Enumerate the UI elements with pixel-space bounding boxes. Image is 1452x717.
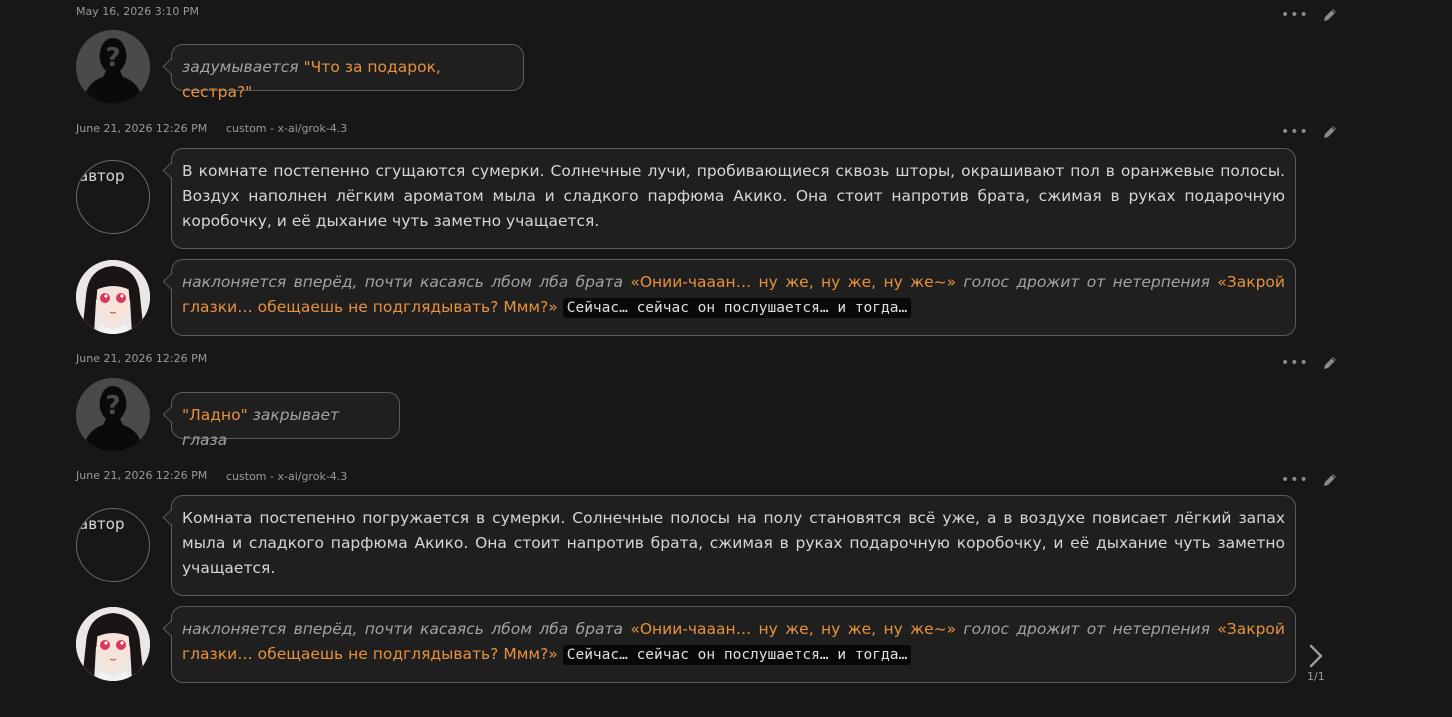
message-bubble: "Ладно" закрывает глаза bbox=[162, 392, 400, 449]
action-text: наклоняется вперёд, почти касаясь лбом л… bbox=[182, 273, 631, 291]
character-portrait-icon bbox=[76, 607, 150, 681]
speech-text: "Ладно" bbox=[182, 406, 248, 424]
message-bubble: Комната постепенно погружается в сумерки… bbox=[162, 495, 1296, 596]
message-actions: ••• bbox=[1281, 123, 1339, 141]
message-timestamp: June 21, 2026 12:26 PM bbox=[76, 352, 208, 365]
more-dots-icon[interactable]: ••• bbox=[1281, 8, 1309, 22]
model-label: custom - x-ai/grok-4.3 bbox=[226, 122, 348, 135]
speech-text: «Онии-чааан… ну же, ну же, ну же~» bbox=[630, 273, 957, 291]
message-timestamp: May 16, 2026 3:10 PM bbox=[76, 5, 200, 18]
inline-code-text: Сейчас… сейчас он послушается… и тогда… bbox=[562, 298, 912, 318]
user-silhouette-icon: ? bbox=[76, 378, 150, 452]
action-text: голос дрожит от нетерпения bbox=[956, 620, 1218, 638]
pencil-icon[interactable] bbox=[1321, 354, 1339, 372]
message-bubble: наклоняется вперёд, почти касаясь лбом л… bbox=[162, 606, 1296, 683]
user-avatar[interactable]: ? bbox=[76, 30, 150, 104]
pencil-icon[interactable] bbox=[1321, 123, 1339, 141]
user-silhouette-icon: ? bbox=[76, 30, 150, 104]
character-portrait-icon bbox=[76, 260, 150, 334]
message-actions: ••• bbox=[1281, 471, 1339, 489]
message-actions: ••• bbox=[1281, 354, 1339, 372]
more-dots-icon[interactable]: ••• bbox=[1281, 473, 1309, 487]
message-bubble: наклоняется вперёд, почти касаясь лбом л… bbox=[162, 259, 1296, 336]
character-avatar[interactable] bbox=[76, 260, 150, 334]
svg-text:?: ? bbox=[105, 43, 120, 73]
avatar-alt-text: автор bbox=[79, 167, 125, 185]
pencil-icon[interactable] bbox=[1321, 471, 1339, 489]
svg-text:?: ? bbox=[105, 391, 120, 421]
user-avatar[interactable]: ? bbox=[76, 378, 150, 452]
message-bubble: задумывается "Что за подарок, сестра?" bbox=[162, 44, 524, 101]
chevron-right-icon[interactable] bbox=[1305, 643, 1327, 669]
narration-text: В комнате постепенно сгущаются сумерки. … bbox=[182, 162, 1285, 230]
speech-text: «Онии-чааан… ну же, ну же, ну же~» bbox=[630, 620, 957, 638]
narration-text: Комната постепенно погружается в сумерки… bbox=[182, 509, 1285, 577]
message-actions: ••• bbox=[1281, 6, 1339, 24]
message-bubble: В комнате постепенно сгущаются сумерки. … bbox=[162, 148, 1296, 249]
author-avatar[interactable]: автор bbox=[76, 160, 150, 234]
more-dots-icon[interactable]: ••• bbox=[1281, 125, 1309, 139]
author-avatar[interactable]: автор bbox=[76, 508, 150, 582]
message-timestamp: June 21, 2026 12:26 PM bbox=[76, 122, 208, 135]
inline-code-text: Сейчас… сейчас он послушается… и тогда… bbox=[562, 645, 912, 665]
action-text: наклоняется вперёд, почти касаясь лбом л… bbox=[182, 620, 631, 638]
action-text: голос дрожит от нетерпения bbox=[956, 273, 1218, 291]
more-dots-icon[interactable]: ••• bbox=[1281, 356, 1309, 370]
model-label: custom - x-ai/grok-4.3 bbox=[226, 470, 348, 483]
avatar-alt-text: автор bbox=[79, 515, 125, 533]
message-timestamp: June 21, 2026 12:26 PM bbox=[76, 469, 208, 482]
character-avatar[interactable] bbox=[76, 607, 150, 681]
action-text: задумывается bbox=[182, 58, 299, 76]
pencil-icon[interactable] bbox=[1321, 6, 1339, 24]
swipe-counter: 1/1 bbox=[1307, 670, 1325, 683]
